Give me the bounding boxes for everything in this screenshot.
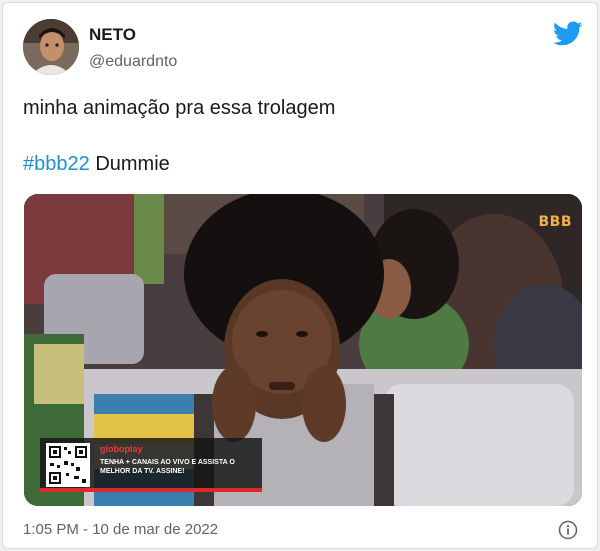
hashtag-link[interactable]: #bbb22 (23, 153, 90, 175)
avatar[interactable] (23, 19, 79, 75)
tweet-timestamp[interactable]: 1:05 PM - 10 de mar de 2022 (23, 521, 218, 538)
user-handle[interactable]: @eduardnto (89, 53, 177, 71)
channel-logo: BBB (538, 214, 572, 230)
display-name[interactable]: NETO (89, 25, 136, 45)
ad-copy: TENHA + CANAIS AO VIVO E ASSISTA O MELHO… (100, 459, 235, 475)
tag-text: Dummie (95, 153, 170, 175)
tweet-tags: #bbb22 Dummie (23, 153, 170, 176)
twitter-bird-icon[interactable] (553, 21, 583, 47)
info-icon[interactable] (558, 520, 578, 540)
tweet-media[interactable]: BBB globoplay TENHA + CANAIS AO VIVO E A… (24, 194, 582, 506)
ad-overlay: globoplay TENHA + CANAIS AO VIVO E ASSIS… (40, 438, 262, 492)
qr-code-icon (46, 443, 90, 487)
avatar-image (23, 19, 79, 75)
ad-brand: globoplay (100, 444, 143, 454)
ad-bar (40, 488, 262, 492)
tweet-card: NETO @eduardnto minha animação pra essa … (2, 2, 598, 549)
tweet-text: minha animação pra essa trolagem (23, 97, 336, 119)
